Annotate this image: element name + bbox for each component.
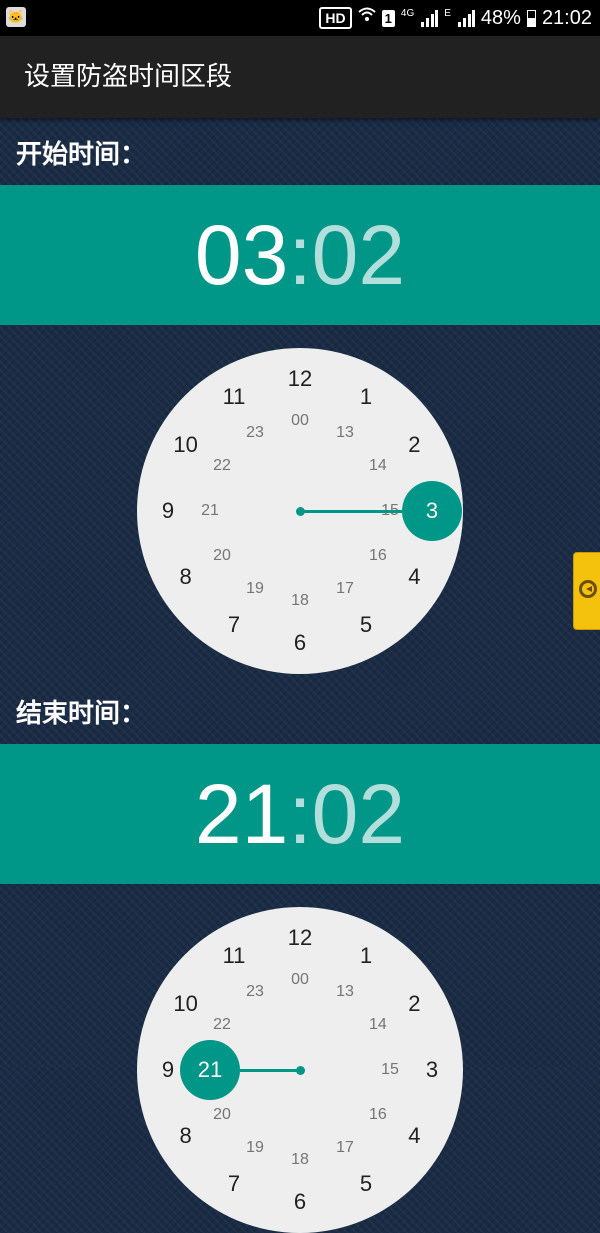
clock-number[interactable]: 6 (280, 1187, 320, 1217)
start-clock-dial[interactable]: 1200113214315416517618719820921102211233 (137, 348, 463, 674)
clock-number[interactable]: 2 (394, 430, 434, 460)
clock-center-dot (295, 506, 305, 516)
start-separator: : (288, 208, 312, 302)
app-bar: 设置防盗时间区段 (0, 36, 600, 118)
clock-hand (240, 1068, 300, 1072)
clock-number[interactable]: 18 (280, 1145, 320, 1175)
clock-number[interactable]: 8 (166, 1121, 206, 1151)
clock-number[interactable]: 5 (346, 1169, 386, 1199)
status-bar: 🐱 HD 1 4G E 48% 21:02 (0, 0, 600, 36)
clock-number[interactable]: 5 (346, 610, 386, 640)
clock-number[interactable]: 16 (358, 541, 398, 571)
clock-number[interactable]: 12 (280, 364, 320, 394)
clock-number[interactable]: 20 (202, 541, 242, 571)
clock-number[interactable]: 9 (148, 496, 188, 526)
end-separator: : (288, 767, 312, 861)
end-time-label: 结束时间： (16, 699, 147, 729)
end-time-display: 21:02 (0, 744, 600, 884)
clock-number[interactable]: 6 (280, 628, 320, 658)
clock-number[interactable]: 17 (325, 574, 365, 604)
cat-icon: 🐱 (6, 7, 26, 27)
battery-icon (526, 9, 536, 27)
clock-selector[interactable]: 3 (402, 481, 462, 541)
clock-number[interactable]: 21 (190, 496, 230, 526)
clock-number[interactable]: 11 (214, 941, 254, 971)
hd-badge: HD (319, 7, 352, 29)
clock-number[interactable]: 17 (325, 1133, 365, 1163)
clock-number[interactable]: 14 (358, 1010, 398, 1040)
clock-number[interactable]: 3 (412, 1055, 452, 1085)
page-title: 设置防盗时间区段 (24, 62, 233, 92)
end-minute[interactable]: 02 (312, 767, 405, 861)
battery-percent: 48% (480, 6, 521, 29)
clock-number[interactable]: 00 (280, 965, 320, 995)
clock-hand (300, 509, 402, 513)
sim-badge: 1 (381, 9, 395, 27)
clock-number[interactable]: 1 (346, 382, 386, 412)
clock-number[interactable]: 18 (280, 586, 320, 616)
clock-number[interactable]: 7 (214, 610, 254, 640)
clock-number[interactable]: 22 (202, 451, 242, 481)
clock-number[interactable]: 23 (235, 418, 275, 448)
clock-number[interactable]: 13 (325, 977, 365, 1007)
clock-selector[interactable]: 21 (180, 1040, 240, 1100)
start-minute[interactable]: 02 (312, 208, 405, 302)
clock-number[interactable]: 19 (235, 1133, 275, 1163)
clock-number[interactable]: 22 (202, 1010, 242, 1040)
clock-number[interactable]: 4 (394, 562, 434, 592)
network-e-label: E (444, 8, 451, 19)
status-time: 21:02 (541, 6, 592, 29)
clock-number[interactable]: 10 (166, 430, 206, 460)
clock-number[interactable]: 23 (235, 977, 275, 1007)
floating-toolbar-tab[interactable] (573, 552, 600, 630)
clock-number[interactable]: 15 (370, 1055, 410, 1085)
end-hour[interactable]: 21 (195, 767, 288, 861)
network-4g-label: 4G (400, 8, 415, 19)
clock-number[interactable]: 1 (346, 941, 386, 971)
clock-number[interactable]: 7 (214, 1169, 254, 1199)
signal-icon (457, 9, 475, 27)
signal-icon (420, 9, 439, 27)
clock-number[interactable]: 20 (202, 1100, 242, 1130)
clock-number[interactable]: 8 (166, 562, 206, 592)
start-time-label: 开始时间： (16, 140, 147, 170)
clock-number[interactable]: 2 (394, 989, 434, 1019)
start-hour[interactable]: 03 (195, 208, 288, 302)
floating-toolbar-icon (579, 580, 597, 598)
clock-number[interactable]: 13 (325, 418, 365, 448)
clock-number[interactable]: 10 (166, 989, 206, 1019)
clock-number[interactable]: 19 (235, 574, 275, 604)
end-clock-dial[interactable]: 1200113214315416517618719820921102211232… (137, 907, 463, 1233)
clock-number[interactable]: 4 (394, 1121, 434, 1151)
status-icons: HD 1 4G E 48% 21:02 (319, 0, 592, 36)
wifi-icon (357, 6, 376, 30)
clock-number[interactable]: 16 (358, 1100, 398, 1130)
clock-number[interactable]: 11 (214, 382, 254, 412)
clock-number[interactable]: 12 (280, 923, 320, 953)
clock-number[interactable]: 00 (280, 406, 320, 436)
start-time-display: 03:02 (0, 185, 600, 325)
clock-number[interactable]: 14 (358, 451, 398, 481)
